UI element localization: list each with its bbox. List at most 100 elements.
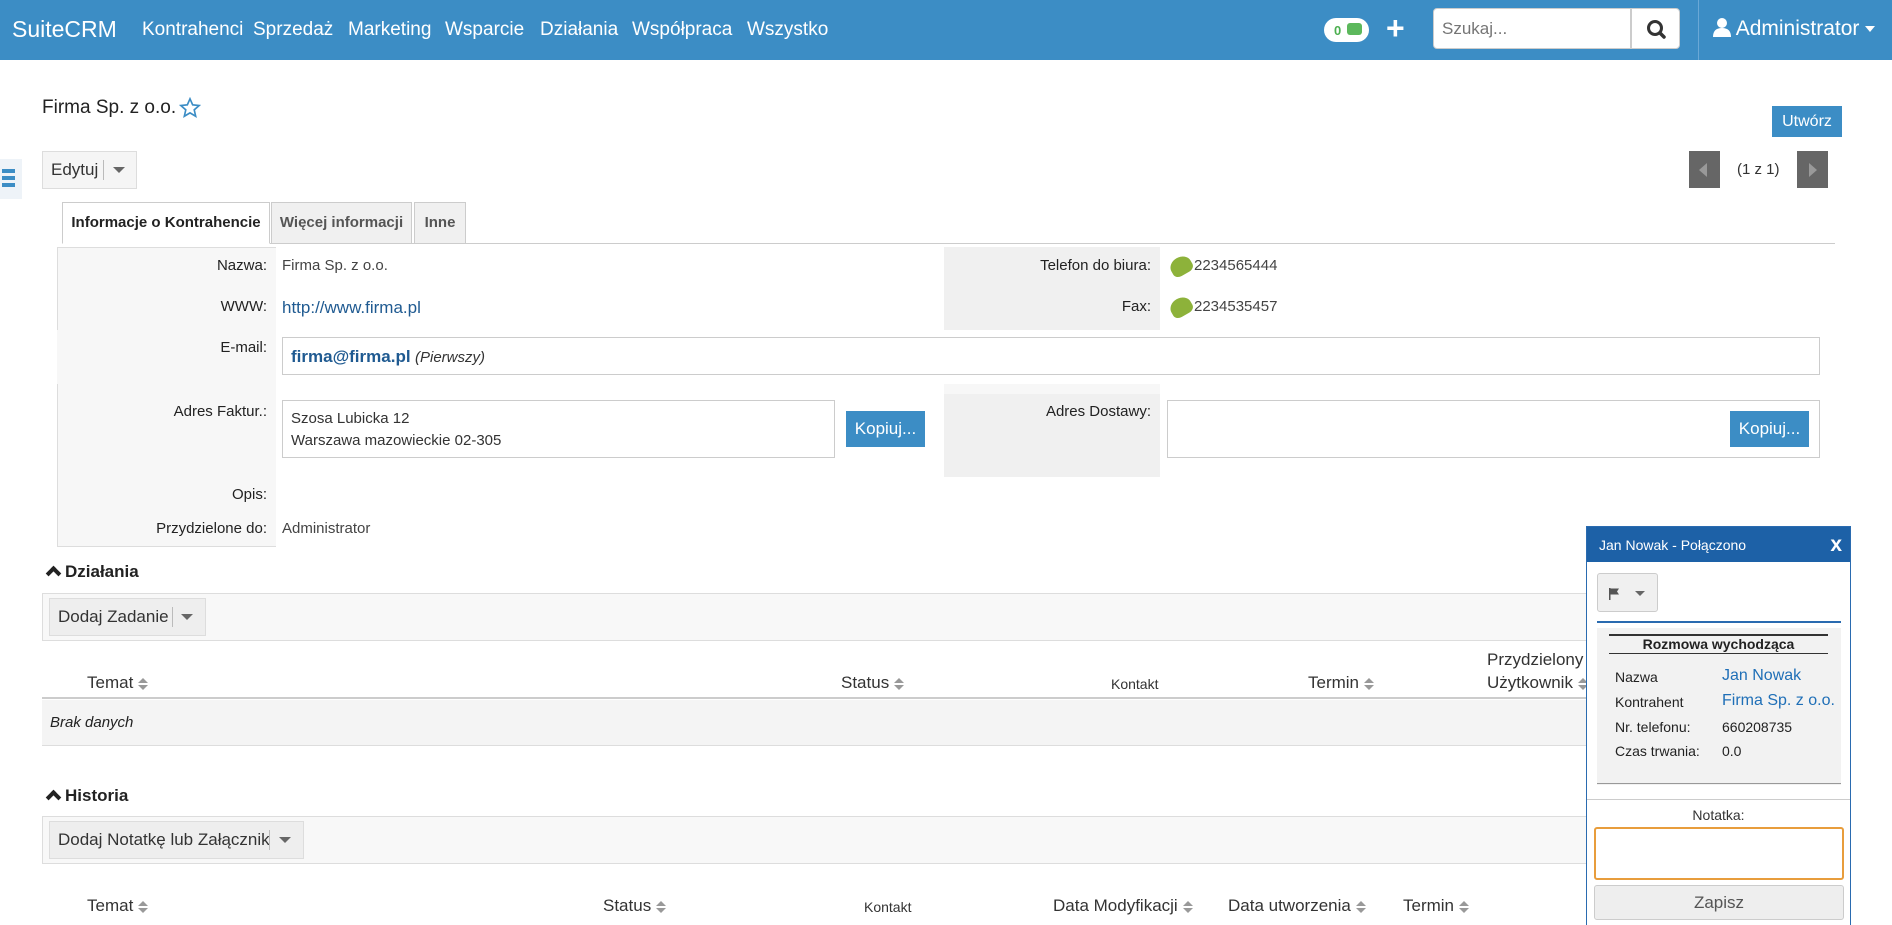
user-menu[interactable]: Administrator (1713, 17, 1876, 41)
email-primary-tag: (Pierwszy) (415, 349, 485, 366)
chat-bubble-icon (1347, 23, 1362, 35)
activities-title[interactable]: Działania (45, 562, 139, 582)
activities-toolbar (42, 593, 1842, 641)
add-task-label: Dodaj Zadanie (58, 607, 169, 626)
description-label: Opis: (231, 486, 267, 503)
sort-icon (1355, 901, 1366, 914)
sidebar-toggle[interactable] (0, 159, 22, 199)
sort-icon (1364, 678, 1375, 691)
pagination-text: (1 z 1) (1737, 161, 1780, 178)
history-col-modified[interactable]: Data Modyfikacji (1053, 896, 1193, 916)
billing-line2: Warszawa mazowieckie 02-305 (291, 432, 502, 449)
col-subject[interactable]: Temat (87, 673, 149, 693)
save-note-button[interactable]: Zapisz (1594, 885, 1844, 920)
sort-icon (138, 901, 149, 914)
chevron-down-icon (1635, 591, 1645, 596)
history-col-due[interactable]: Termin (1403, 896, 1470, 916)
nav-sprzedaz[interactable]: Sprzedaż (253, 19, 333, 41)
billing-address-label: Adres Faktur.: (173, 403, 267, 420)
sort-icon (1459, 901, 1470, 914)
history-col-created[interactable]: Data utworzenia (1228, 896, 1366, 916)
add-task-button[interactable]: Dodaj Zadanie (49, 598, 206, 636)
history-table-header (42, 864, 1842, 925)
history-title[interactable]: Historia (45, 786, 128, 806)
call-account-label: Kontrahent (1615, 694, 1684, 710)
edit-button[interactable]: Edytuj (42, 151, 137, 189)
billing-line1: Szosa Lubicka 12 (291, 410, 410, 427)
chevron-left-icon (1699, 163, 1707, 177)
quick-create-button[interactable]: + (1386, 10, 1405, 47)
close-button[interactable]: x (1830, 533, 1842, 557)
chevron-down-icon[interactable] (279, 837, 291, 843)
previous-record-button[interactable] (1689, 151, 1720, 188)
nav-wszystko[interactable]: Wszystko (747, 19, 828, 41)
flag-icon (1609, 588, 1619, 600)
copy-billing-button[interactable]: Kopiuj... (846, 411, 925, 447)
history-col-subject[interactable]: Temat (87, 896, 149, 916)
flag-dropdown[interactable] (1597, 573, 1658, 612)
next-record-button[interactable] (1797, 151, 1828, 188)
fax-value[interactable]: 2234535457 (1166, 293, 1277, 321)
notifications-badge[interactable]: 0 (1324, 18, 1369, 42)
email-box: firma@firma.pl (Pierwszy) (282, 337, 1820, 375)
search-input[interactable] (1433, 8, 1631, 49)
office-phone-label: Telefon do biura: (1040, 257, 1151, 274)
call-phone-value: 660208735 (1722, 719, 1793, 735)
note-label: Notatka: (1692, 807, 1745, 823)
user-icon (1713, 18, 1731, 37)
col-contact: Kontakt (1111, 676, 1159, 692)
col-due-date[interactable]: Termin (1308, 673, 1375, 693)
chevron-down-icon[interactable] (113, 167, 125, 173)
note-divider (1587, 799, 1850, 800)
search-icon (1647, 20, 1666, 39)
tab-account-info[interactable]: Informacje o Kontrahencie (62, 202, 270, 244)
tab-more-info[interactable]: Więcej informacji (271, 202, 412, 244)
nav-dzialania[interactable]: Działania (540, 19, 618, 41)
page-title: Firma Sp. z o.o. (42, 97, 177, 118)
notification-count: 0 (1334, 23, 1342, 38)
call-direction-title: Rozmowa wychodząca (1609, 634, 1828, 654)
history-col-contact: Kontakt (864, 899, 912, 915)
call-duration-label: Czas trwania: (1615, 743, 1700, 759)
col-status[interactable]: Status (841, 673, 905, 693)
call-phone-label: Nr. telefonu: (1615, 719, 1691, 735)
sort-icon (138, 678, 149, 691)
www-label: WWW: (220, 298, 267, 315)
call-duration-value: 0.0 (1722, 743, 1742, 759)
brand-logo[interactable]: SuiteCRM (12, 16, 117, 43)
copy-shipping-button[interactable]: Kopiuj... (1730, 411, 1809, 447)
col-assigned-line1[interactable]: Przydzielony (1487, 650, 1583, 670)
user-name: Administrator (1735, 17, 1860, 40)
call-name-label: Nazwa (1615, 669, 1658, 685)
shipping-address-box: Kopiuj... (1167, 400, 1820, 458)
name-value: Firma Sp. z o.o. (282, 257, 388, 274)
create-button[interactable]: Utwórz (1772, 106, 1842, 137)
nav-wspolpraca[interactable]: Współpraca (632, 19, 732, 41)
billing-address-box: Szosa Lubicka 12 Warszawa mazowieckie 02… (282, 400, 925, 458)
col-assigned-line2[interactable]: Użytkownik (1487, 673, 1588, 693)
fax-label: Fax: (1121, 298, 1151, 315)
tab-other[interactable]: Inne (414, 202, 466, 244)
call-name-link[interactable]: Jan Nowak (1722, 667, 1801, 685)
shipping-address-label: Adres Dostawy: (1045, 403, 1151, 420)
nav-marketing[interactable]: Marketing (348, 19, 431, 41)
favorite-star-icon[interactable] (179, 97, 201, 119)
add-note-button[interactable]: Dodaj Notatkę lub Załącznik (49, 821, 304, 859)
chevron-down-icon[interactable] (181, 614, 193, 620)
call-info-divider (1597, 783, 1841, 784)
nav-wsparcie[interactable]: Wsparcie (445, 19, 524, 41)
call-account-link[interactable]: Firma Sp. z o.o. (1722, 692, 1835, 710)
detail-left-values (276, 247, 944, 547)
assigned-label: Przydzielone do: (156, 520, 267, 537)
chevron-up-icon (45, 565, 62, 582)
assigned-value: Administrator (282, 520, 371, 537)
name-label: Nazwa: (216, 257, 267, 274)
email-link[interactable]: firma@firma.pl (291, 347, 411, 367)
www-link[interactable]: http://www.firma.pl (282, 298, 421, 318)
nav-kontrahenci[interactable]: Kontrahenci (142, 19, 243, 41)
office-phone-value[interactable]: 2234565444 (1166, 252, 1277, 280)
edit-button-label: Edytuj (51, 160, 99, 179)
search-button[interactable] (1631, 8, 1680, 49)
history-col-status[interactable]: Status (603, 896, 667, 916)
note-textarea[interactable] (1594, 827, 1844, 880)
